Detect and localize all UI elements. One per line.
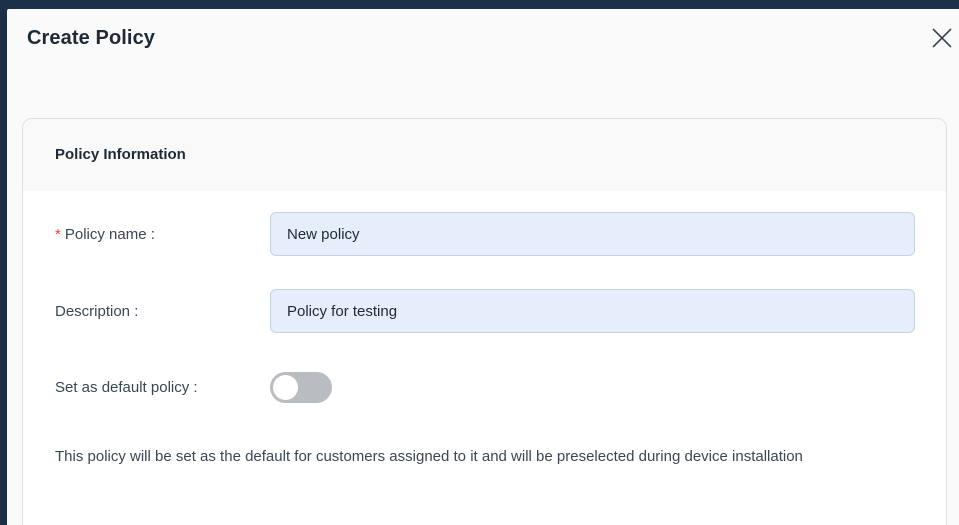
create-policy-dialog: Create Policy Policy Information * Policy… xyxy=(7,9,959,525)
label-colon: : xyxy=(134,302,139,320)
label-colon: : xyxy=(150,225,155,243)
close-icon xyxy=(929,25,955,51)
section-title: Policy Information xyxy=(23,119,946,191)
default-policy-help-text: This policy will be set as the default f… xyxy=(55,448,803,465)
policy-name-label: * Policy name : xyxy=(55,226,270,243)
policy-name-label-text: Policy name xyxy=(64,225,147,243)
policy-name-row: * Policy name : xyxy=(55,212,915,256)
description-label-text: Description xyxy=(55,302,131,320)
description-input[interactable] xyxy=(270,289,915,333)
required-marker: * xyxy=(55,225,61,243)
label-colon: : xyxy=(193,379,198,396)
policy-information-card: Policy Information *Policy name : Descri… xyxy=(22,118,947,525)
description-row: Description : xyxy=(55,289,915,333)
close-button[interactable] xyxy=(929,25,955,51)
dialog-title: Create Policy xyxy=(27,27,156,49)
toggle-knob xyxy=(273,375,298,400)
default-policy-toggle[interactable] xyxy=(270,372,332,403)
default-policy-label: Set as default policy : xyxy=(55,379,270,396)
default-policy-label-text: Set as default policy xyxy=(55,379,190,396)
default-policy-row: Set as default policy : xyxy=(55,372,915,403)
policy-name-input[interactable] xyxy=(270,212,915,256)
description-label: Description : xyxy=(55,303,270,320)
